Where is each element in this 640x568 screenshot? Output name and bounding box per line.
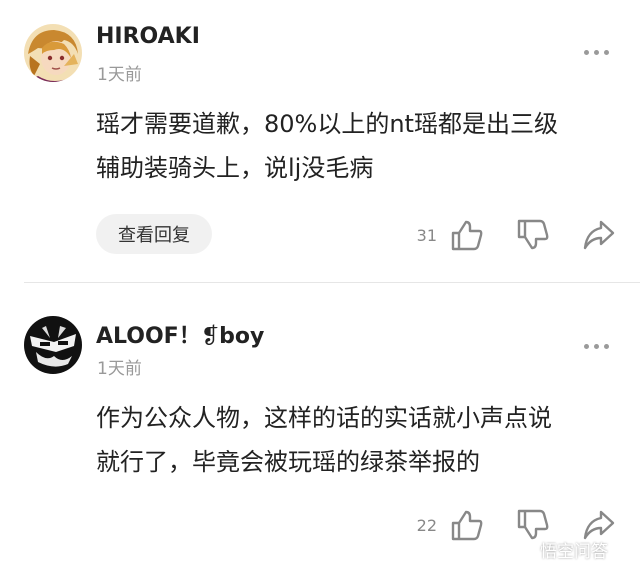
user-avatar[interactable]: [24, 316, 82, 374]
timestamp: 1天前: [97, 65, 142, 85]
more-dots-icon[interactable]: [584, 48, 610, 58]
thumbs-up-icon[interactable]: [450, 508, 484, 542]
comment-line: 作为公众人物，这样的话的实话就小声点说: [96, 404, 552, 432]
share-arrow-icon[interactable]: [582, 218, 616, 252]
divider: [24, 282, 640, 283]
username[interactable]: HIROAKI: [96, 24, 200, 49]
comment-line: 就行了，毕竟会被玩瑶的绿茶举报的: [96, 448, 480, 476]
like-count: 22: [416, 516, 437, 535]
comment-text: 作为公众人物，这样的话的实话就小声点说 就行了，毕竟会被玩瑶的绿茶举报的: [96, 396, 626, 484]
thumbs-down-icon[interactable]: [516, 218, 550, 252]
wukong-logo-icon: [512, 536, 536, 560]
comment-line: 瑶才需要道歉，80%以上的nt瑶都是出三级: [96, 110, 558, 138]
comment-text: 瑶才需要道歉，80%以上的nt瑶都是出三级 辅助装骑头上，说lj没毛病: [96, 102, 626, 190]
like-count: 31: [416, 226, 437, 245]
user-avatar[interactable]: [24, 24, 82, 82]
comment-item: ALOOF！❡boy 1天前 作为公众人物，这样的话的实话就小声点说 就行了，毕…: [0, 284, 640, 568]
watermark-text: 悟空问答: [540, 542, 608, 562]
comment-line: 辅助装骑头上，说lj没毛病: [96, 154, 374, 182]
timestamp: 1天前: [97, 359, 142, 379]
view-replies-button[interactable]: 查看回复: [96, 214, 212, 254]
comment-item: HIROAKI 1天前 瑶才需要道歉，80%以上的nt瑶都是出三级 辅助装骑头上…: [0, 0, 640, 282]
more-dots-icon[interactable]: [584, 342, 610, 352]
thumbs-up-icon[interactable]: [450, 218, 484, 252]
username[interactable]: ALOOF！❡boy: [96, 318, 264, 350]
